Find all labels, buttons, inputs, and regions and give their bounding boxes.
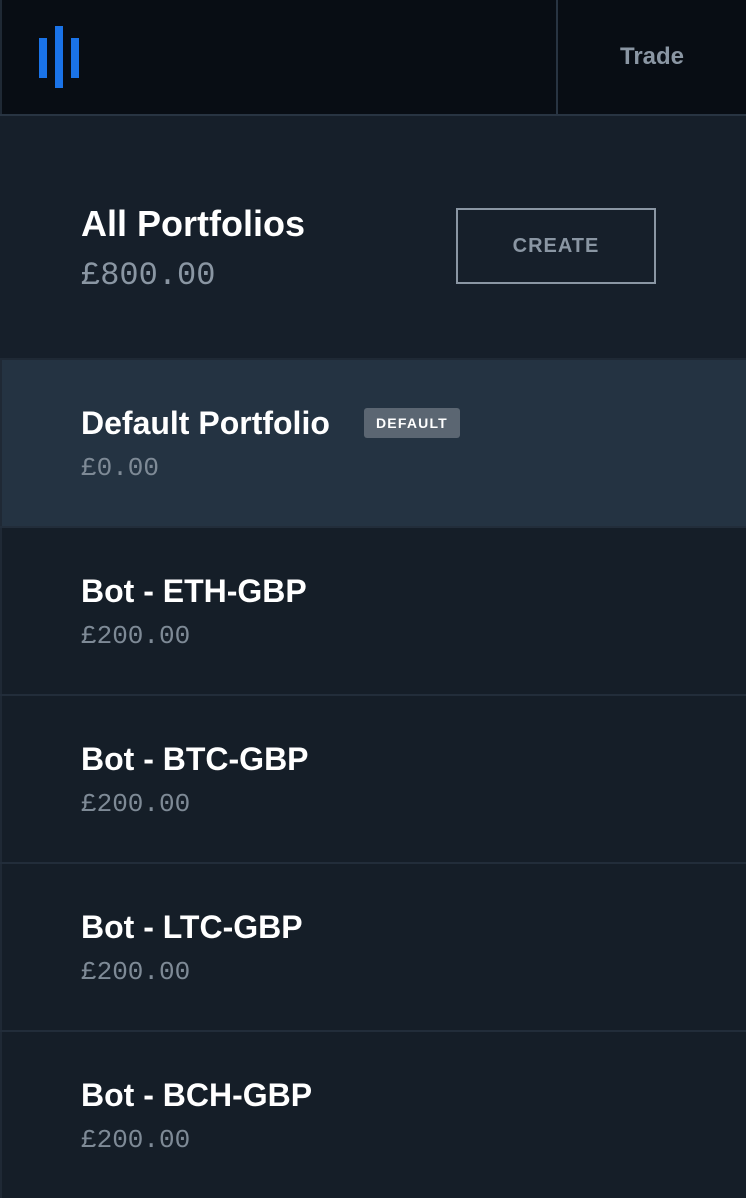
portfolio-list: Default Portfolio DEFAULT £0.00 Bot - ET… xyxy=(0,360,746,1198)
portfolio-value: £200.00 xyxy=(81,957,191,987)
portfolio-value: £200.00 xyxy=(81,621,191,651)
left-border xyxy=(0,696,2,862)
portfolio-name: Bot - BTC-GBP xyxy=(81,741,309,777)
portfolio-name: Bot - ETH-GBP xyxy=(81,573,307,609)
top-header: Trade xyxy=(0,0,746,116)
portfolio-name: Bot - LTC-GBP xyxy=(81,909,303,945)
portfolio-item-bch-gbp[interactable]: Bot - BCH-GBP £200.00 xyxy=(0,1032,746,1198)
left-border xyxy=(0,1032,2,1198)
left-border xyxy=(0,528,2,694)
portfolio-item-eth-gbp[interactable]: Bot - ETH-GBP £200.00 xyxy=(0,528,746,696)
portfolio-name: Default Portfolio xyxy=(81,405,330,441)
portfolio-item-btc-gbp[interactable]: Bot - BTC-GBP £200.00 xyxy=(0,696,746,864)
nav-trade-link[interactable]: Trade xyxy=(558,0,746,114)
total-value: £800.00 xyxy=(81,257,216,294)
portfolio-value: £0.00 xyxy=(81,453,160,483)
portfolio-name: Bot - BCH-GBP xyxy=(81,1077,313,1113)
bars-logo-icon[interactable] xyxy=(38,24,80,90)
portfolio-value: £200.00 xyxy=(81,1125,191,1155)
portfolio-item-ltc-gbp[interactable]: Bot - LTC-GBP £200.00 xyxy=(0,864,746,1032)
portfolio-item-default[interactable]: Default Portfolio DEFAULT £0.00 xyxy=(0,360,746,528)
page-title: All Portfolios xyxy=(81,203,305,244)
create-portfolio-button[interactable]: CREATE xyxy=(456,208,656,284)
left-border xyxy=(0,864,2,1030)
default-badge: DEFAULT xyxy=(364,408,460,438)
portfolio-value: £200.00 xyxy=(81,789,191,819)
left-border xyxy=(0,0,2,114)
portfolios-summary: All Portfolios £800.00 CREATE xyxy=(0,116,746,360)
left-border xyxy=(0,360,2,526)
